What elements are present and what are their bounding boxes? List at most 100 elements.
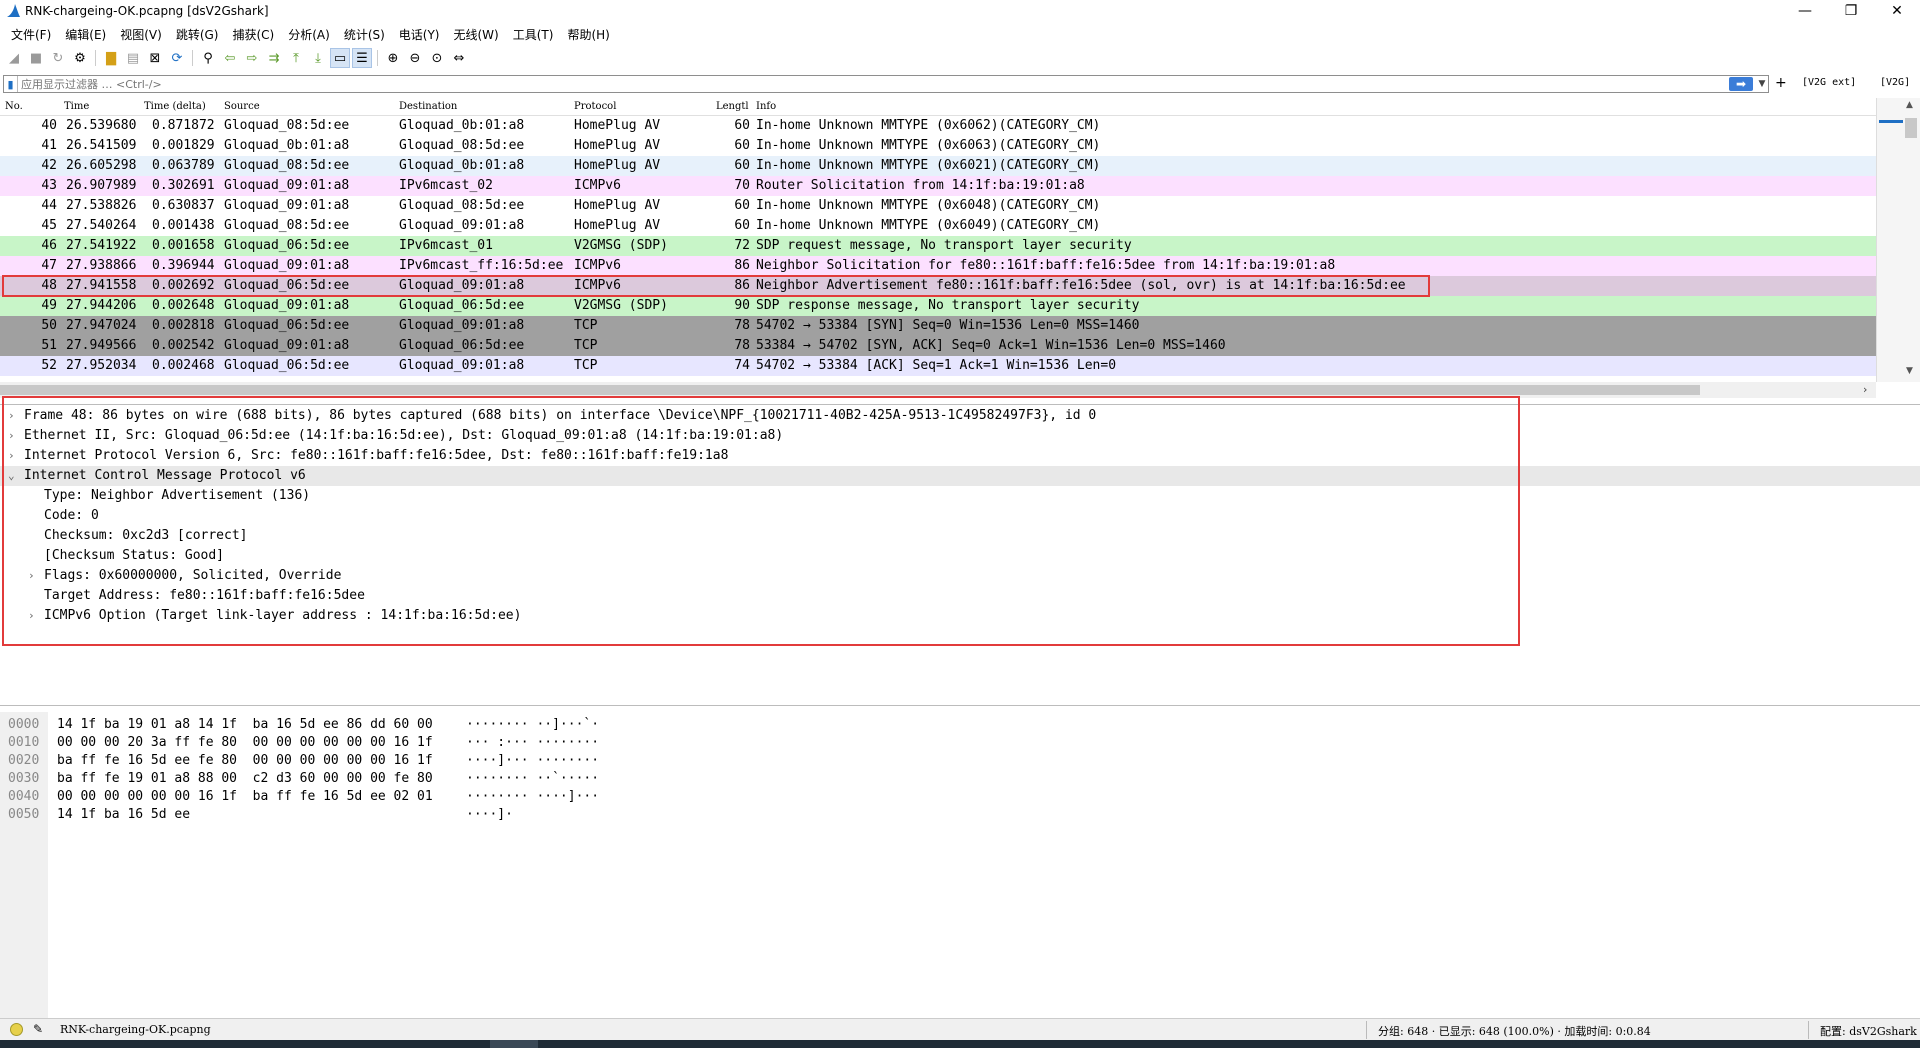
scroll-down-icon[interactable]: ▼ xyxy=(1906,366,1913,376)
menu-file[interactable]: 文件(F) xyxy=(4,26,58,43)
column-header-source[interactable]: Source xyxy=(224,101,260,112)
tree-item[interactable]: › Ethernet II, Src: Gloquad_06:5d:ee (14:… xyxy=(0,426,1920,446)
tree-item[interactable]: › Flags: 0x60000000, Solicited, Override xyxy=(0,566,1920,586)
zoom-out-icon[interactable]: ⊖ xyxy=(405,48,425,68)
go-last-packet-icon[interactable]: ⤓ xyxy=(308,48,328,68)
reload-file-icon[interactable]: ⟳ xyxy=(167,48,187,68)
tree-item[interactable]: › ICMPv6 Option (Target link-layer addres… xyxy=(0,606,1920,626)
go-forward-icon[interactable]: ⇨ xyxy=(242,48,262,68)
table-row[interactable]: 47 27.938866 0.396944 Gloquad_09:01:a8 IPv6m… xyxy=(0,256,1876,276)
find-packet-icon[interactable]: ⚲ xyxy=(198,48,218,68)
table-row[interactable]: 52 27.952034 0.002468 Gloquad_06:5d:ee Gloqu… xyxy=(0,356,1876,376)
menu-analyze[interactable]: 分析(A) xyxy=(281,26,337,43)
cell-info: 54702 → 53384 [SYN] Seq=0 Win=1536 Len=0… xyxy=(756,318,1140,333)
tree-item[interactable]: Checksum: 0xc2d3 [correct] xyxy=(0,526,1920,546)
capture-options-icon[interactable]: ⚙ xyxy=(70,48,90,68)
status-bar: ✎ RNK-chargeing-OK.pcapng 分组: 648 · 已显示:… xyxy=(0,1018,1920,1040)
resize-columns-icon[interactable]: ⇔ xyxy=(449,48,469,68)
status-profile[interactable]: 配置: dsV2Gshark xyxy=(1820,1023,1917,1039)
stop-capture-icon[interactable]: ■ xyxy=(26,48,46,68)
maximize-button[interactable]: ❐ xyxy=(1828,0,1874,22)
tree-item[interactable]: Type: Neighbor Advertisement (136) xyxy=(0,486,1920,506)
column-header-info[interactable]: Info xyxy=(756,101,776,112)
scroll-right-icon[interactable]: › xyxy=(1863,383,1867,396)
menu-capture[interactable]: 捕获(C) xyxy=(225,26,281,43)
display-filter-input[interactable] xyxy=(18,76,1729,92)
chevron-right-icon[interactable]: › xyxy=(8,426,15,446)
start-capture-icon[interactable]: ◢ xyxy=(4,48,24,68)
chevron-down-icon[interactable]: ⌄ xyxy=(8,466,15,486)
menu-go[interactable]: 跳转(G) xyxy=(169,26,226,43)
menu-edit[interactable]: 编辑(E) xyxy=(58,26,113,43)
tree-item[interactable]: ⌄ Internet Control Message Protocol v6 xyxy=(0,466,1920,486)
packet-list-vertical-scrollbar[interactable]: ▲ ▼ xyxy=(1876,98,1920,382)
cell-time: 27.941558 xyxy=(66,278,137,293)
table-row[interactable]: 43 26.907989 0.302691 Gloquad_09:01:a8 IPv6m… xyxy=(0,176,1876,196)
chevron-right-icon[interactable]: › xyxy=(28,566,35,586)
packet-details-tree: › Frame 48: 86 bytes on wire (688 bits), … xyxy=(0,404,1920,706)
tree-item[interactable]: [Checksum Status: Good] xyxy=(0,546,1920,566)
table-row[interactable]: 42 26.605298 0.063789 Gloquad_08:5d:ee Gloqu… xyxy=(0,156,1876,176)
filter-button-v2g-ext[interactable]: [V2G ext] xyxy=(1802,77,1856,88)
cell-info: Neighbor Solicitation for fe80::161f:baf… xyxy=(756,258,1336,273)
zoom-in-icon[interactable]: ⊕ xyxy=(383,48,403,68)
column-header-no[interactable]: No. xyxy=(5,101,23,112)
column-header-time[interactable]: Time xyxy=(64,101,89,112)
chevron-right-icon[interactable]: › xyxy=(28,606,35,626)
menu-tools[interactable]: 工具(T) xyxy=(506,26,561,43)
table-row[interactable]: 50 27.947024 0.002818 Gloquad_06:5d:ee Gloqu… xyxy=(0,316,1876,336)
tree-item[interactable]: Code: 0 xyxy=(0,506,1920,526)
menu-telephony[interactable]: 电话(Y) xyxy=(392,26,447,43)
table-row[interactable]: 40 26.539680 0.871872 Gloquad_08:5d:ee Gloqu… xyxy=(0,116,1876,136)
taskbar-item[interactable] xyxy=(490,1040,538,1048)
expert-info-led-icon[interactable] xyxy=(10,1023,23,1036)
table-row[interactable]: 48 27.941558 0.002692 Gloquad_06:5d:ee Gloqu… xyxy=(0,276,1876,296)
tree-item[interactable]: Target Address: fe80::161f:baff:fe16:5de… xyxy=(0,586,1920,606)
cell-no: 42 xyxy=(41,158,57,173)
go-first-packet-icon[interactable]: ⤒ xyxy=(286,48,306,68)
menu-statistics[interactable]: 统计(S) xyxy=(337,26,392,43)
capture-comment-pencil-icon[interactable]: ✎ xyxy=(33,1022,43,1036)
apply-filter-arrow-icon[interactable]: ➡ xyxy=(1729,77,1753,91)
close-file-icon[interactable]: ⊠ xyxy=(145,48,165,68)
column-header-protocol[interactable]: Protocol xyxy=(574,101,616,112)
table-row[interactable]: 49 27.944206 0.002648 Gloquad_09:01:a8 Gloqu… xyxy=(0,296,1876,316)
menu-help[interactable]: 帮助(H) xyxy=(560,26,616,43)
table-row[interactable]: 51 27.949566 0.002542 Gloquad_09:01:a8 Gloqu… xyxy=(0,336,1876,356)
tree-item[interactable]: › Internet Protocol Version 6, Src: fe80:… xyxy=(0,446,1920,466)
table-row[interactable]: 46 27.541922 0.001658 Gloquad_06:5d:ee IPv6m… xyxy=(0,236,1876,256)
column-header-destination[interactable]: Destination xyxy=(399,101,457,112)
column-header-length[interactable]: Lengtl xyxy=(716,101,749,112)
add-filter-button[interactable]: + xyxy=(1775,75,1787,91)
packet-list-horizontal-scrollbar[interactable]: › xyxy=(0,382,1876,398)
column-header-time-delta[interactable]: Time (delta) xyxy=(144,101,206,112)
chevron-right-icon[interactable]: › xyxy=(8,446,15,466)
scroll-up-icon[interactable]: ▲ xyxy=(1906,100,1913,110)
open-file-icon[interactable]: ▇ xyxy=(101,48,121,68)
table-row[interactable]: 45 27.540264 0.001438 Gloquad_08:5d:ee Gloqu… xyxy=(0,216,1876,236)
cell-info: SDP response message, No transport layer… xyxy=(756,298,1140,313)
packet-minimap xyxy=(1879,120,1903,123)
restart-capture-icon[interactable]: ↻ xyxy=(48,48,68,68)
auto-scroll-icon[interactable]: ▭ xyxy=(330,48,350,68)
cell-proto: ICMPv6 xyxy=(574,178,621,193)
chevron-right-icon[interactable]: › xyxy=(8,406,15,426)
table-row[interactable]: 41 26.541509 0.001829 Gloquad_0b:01:a8 Gloqu… xyxy=(0,136,1876,156)
filter-button-v2g[interactable]: [V2G] xyxy=(1880,77,1910,88)
close-button[interactable]: ✕ xyxy=(1874,0,1920,22)
horizontal-scroll-thumb[interactable] xyxy=(0,385,1700,395)
tree-item[interactable]: › Frame 48: 86 bytes on wire (688 bits), … xyxy=(0,406,1920,426)
go-to-packet-icon[interactable]: ⇉ xyxy=(264,48,284,68)
hex-bytes: 14 1f ba 19 01 a8 14 1f ba 16 5d ee 86 d… xyxy=(57,717,433,732)
chevron-down-icon[interactable]: ▼ xyxy=(1756,79,1768,89)
go-back-icon[interactable]: ⇦ xyxy=(220,48,240,68)
save-file-icon[interactable]: ▤ xyxy=(123,48,143,68)
zoom-normal-icon[interactable]: ⊙ xyxy=(427,48,447,68)
menu-view[interactable]: 视图(V) xyxy=(113,26,169,43)
colorize-icon[interactable]: ☰ xyxy=(352,48,372,68)
menu-wireless[interactable]: 无线(W) xyxy=(447,26,506,43)
table-row[interactable]: 44 27.538826 0.630837 Gloquad_09:01:a8 Gloqu… xyxy=(0,196,1876,216)
minimize-button[interactable]: — xyxy=(1782,0,1828,22)
vertical-scroll-thumb[interactable] xyxy=(1905,118,1917,138)
bookmark-icon[interactable]: ▮ xyxy=(4,76,18,92)
